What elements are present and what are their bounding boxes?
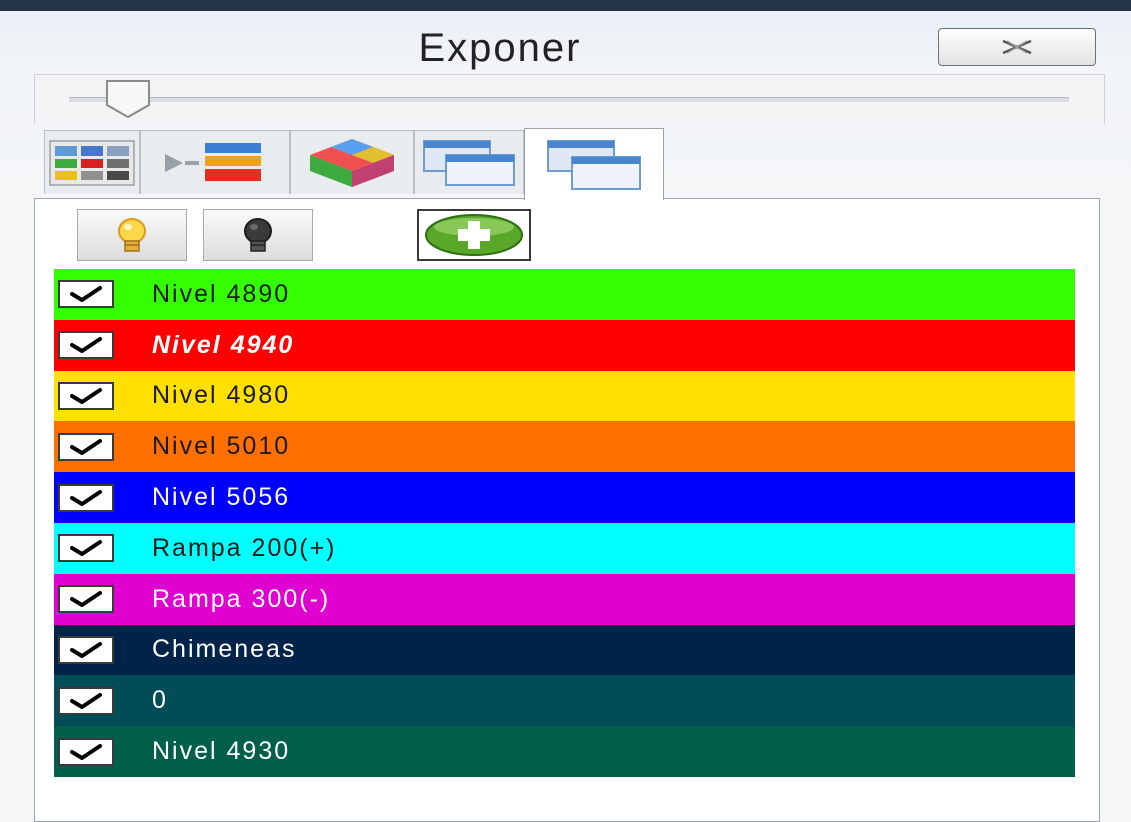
- layer-visibility-checkbox[interactable]: [58, 737, 114, 766]
- layer-row[interactable]: Rampa 300(-): [54, 573, 1075, 625]
- layer-row[interactable]: Nivel 5056: [54, 472, 1075, 523]
- hide-all-layers-button[interactable]: [203, 209, 313, 261]
- layer-visibility-checkbox[interactable]: [58, 432, 114, 461]
- layer-row[interactable]: Nivel 4930: [54, 726, 1075, 777]
- tab-windows-active[interactable]: [524, 128, 664, 200]
- layer-label: Nivel 4980: [152, 381, 291, 410]
- tab-windows[interactable]: [414, 130, 524, 194]
- layer-row[interactable]: Rampa 200(+): [54, 522, 1075, 574]
- layer-label: Nivel 4930: [152, 737, 291, 766]
- checkmark-icon: [70, 591, 102, 608]
- layer-visibility-checkbox[interactable]: [58, 483, 114, 512]
- add-green-icon: [425, 214, 523, 256]
- lightbulb-off-icon: [244, 218, 272, 252]
- layer-visibility-checkbox[interactable]: [58, 331, 114, 360]
- tab-color-cube[interactable]: [290, 130, 414, 194]
- zoom-slider-area: [34, 74, 1105, 124]
- slider-track[interactable]: [69, 97, 1069, 102]
- layer-label: Nivel 4890: [152, 279, 291, 308]
- layer-row[interactable]: Nivel 4940: [54, 319, 1075, 371]
- layer-row[interactable]: Nivel 4980: [54, 370, 1075, 422]
- close-x-icon: [1002, 39, 1032, 55]
- panel-title: Exponer: [418, 26, 582, 70]
- checkmark-icon: [70, 438, 102, 455]
- window-top-border: [0, 0, 1131, 11]
- layer-visibility-checkbox[interactable]: [58, 686, 114, 715]
- checkmark-icon: [70, 540, 102, 557]
- layer-label: Chimeneas: [152, 635, 297, 664]
- show-all-layers-button[interactable]: [77, 209, 187, 261]
- layers-panel: Nivel 4890 Nivel 4940 Nivel 4980 Nivel 5010…: [34, 198, 1100, 822]
- layer-row[interactable]: Nivel 4890: [54, 269, 1075, 320]
- checkmark-icon: [70, 387, 102, 404]
- color-cube-icon: [310, 138, 394, 187]
- checkmark-icon: [70, 692, 102, 709]
- checkmark-icon: [70, 286, 102, 303]
- color-grid-icon: [49, 140, 135, 185]
- checkmark-icon: [70, 489, 102, 506]
- layer-visibility-checkbox[interactable]: [58, 280, 114, 309]
- layer-arrow-icon: [165, 142, 261, 181]
- checkmark-icon: [70, 337, 102, 354]
- add-layer-button[interactable]: [417, 209, 531, 261]
- layer-label: Nivel 4940: [152, 330, 295, 359]
- layer-label: Rampa 200(+): [152, 533, 337, 562]
- tab-color-grid[interactable]: [44, 130, 140, 194]
- lightbulb-on-icon: [118, 218, 146, 252]
- layer-label: 0: [152, 686, 168, 715]
- layer-label: Nivel 5056: [152, 483, 291, 512]
- layer-row[interactable]: Nivel 5010: [54, 421, 1075, 473]
- slider-thumb[interactable]: [103, 79, 153, 119]
- windows-icon: [547, 139, 641, 190]
- layer-visibility-checkbox[interactable]: [58, 534, 114, 563]
- layer-visibility-checkbox[interactable]: [58, 635, 114, 664]
- layer-row[interactable]: 0: [54, 675, 1075, 727]
- layer-visibility-checkbox[interactable]: [58, 585, 114, 614]
- checkmark-icon: [70, 743, 102, 760]
- close-button[interactable]: [938, 28, 1096, 66]
- layer-label: Nivel 5010: [152, 432, 291, 461]
- layer-label: Rampa 300(-): [152, 584, 331, 613]
- windows-icon: [423, 139, 515, 186]
- layer-list: Nivel 4890 Nivel 4940 Nivel 4980 Nivel 5010…: [54, 269, 1075, 777]
- layer-row[interactable]: Chimeneas: [54, 624, 1075, 676]
- layer-visibility-checkbox[interactable]: [58, 381, 114, 410]
- tab-layer-arrow[interactable]: [140, 130, 290, 194]
- checkmark-icon: [70, 641, 102, 658]
